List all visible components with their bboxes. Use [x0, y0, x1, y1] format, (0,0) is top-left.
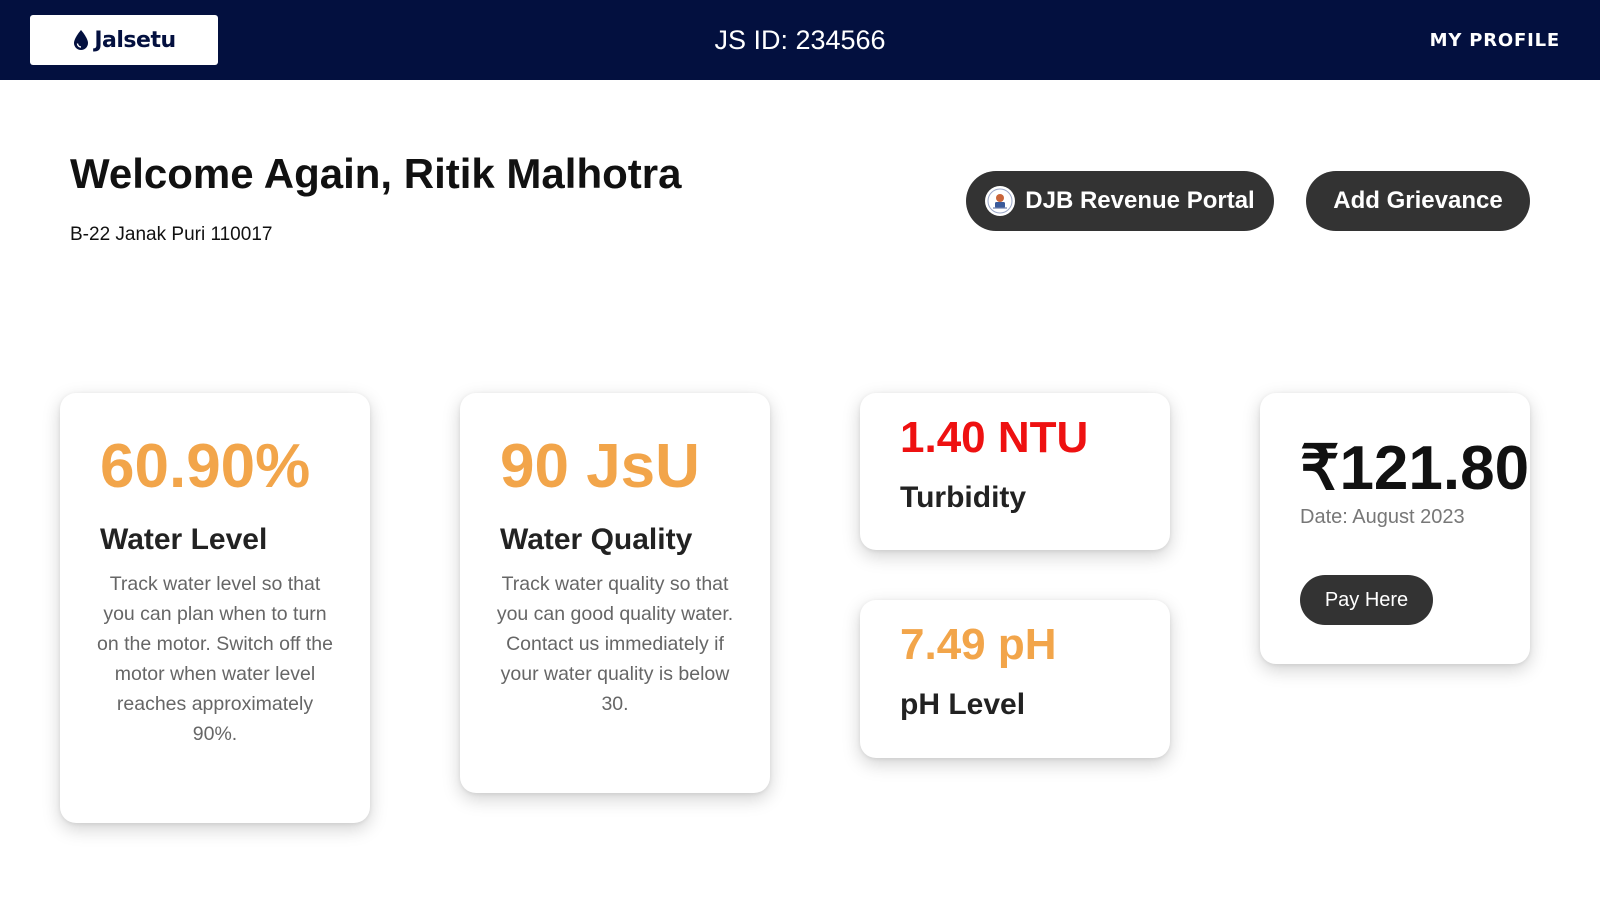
djb-revenue-portal-button[interactable]: DJB Revenue Portal	[966, 171, 1274, 231]
water-quality-description: Track water quality so that you can good…	[496, 573, 734, 715]
water-drop-icon	[74, 30, 89, 50]
turbidity-title: Turbidity	[900, 481, 1027, 514]
water-level-title: Water Level	[100, 523, 268, 556]
turbidity-value: 1.40 NTU	[900, 413, 1089, 462]
ph-level-title: pH Level	[900, 688, 1026, 721]
turbidity-card: 1.40 NTU Turbidity	[860, 393, 1170, 550]
js-id-label: JS ID: 234566	[714, 24, 886, 55]
djb-emblem-icon	[985, 186, 1016, 216]
welcome-heading: Welcome Again, Ritik Malhotra	[70, 150, 682, 197]
djb-revenue-portal-label: DJB Revenue Portal	[1025, 187, 1255, 214]
add-grievance-button[interactable]: Add Grievance	[1306, 171, 1530, 231]
logo-text: Jalsetu	[94, 27, 176, 53]
ph-level-card: 7.49 pH pH Level	[860, 600, 1170, 758]
water-level-card: 60.90% Water Level Track water level so …	[60, 393, 370, 823]
user-address: B-22 Janak Puri 110017	[70, 224, 273, 245]
jalsetu-logo[interactable]: Jalsetu	[30, 15, 218, 65]
bill-amount: ₹121.80	[1300, 434, 1530, 503]
bill-card: ₹121.80 Date: August 2023 Pay Here	[1260, 393, 1530, 664]
bill-date: Date: August 2023	[1300, 506, 1465, 528]
ph-value: 7.49 pH	[900, 620, 1057, 669]
water-quality-title: Water Quality	[500, 523, 693, 556]
water-quality-value: 90 JsU	[500, 432, 700, 501]
water-level-value: 60.90%	[100, 432, 311, 501]
water-level-description: Track water level so that you can plan w…	[97, 573, 333, 745]
top-navbar: Jalsetu JS ID: 234566 MY PROFILE	[0, 0, 1600, 80]
water-quality-card: 90 JsU Water Quality Track water quality…	[460, 393, 770, 793]
pay-here-button[interactable]: Pay Here	[1300, 575, 1433, 625]
my-profile-link[interactable]: MY PROFILE	[1430, 0, 1560, 80]
